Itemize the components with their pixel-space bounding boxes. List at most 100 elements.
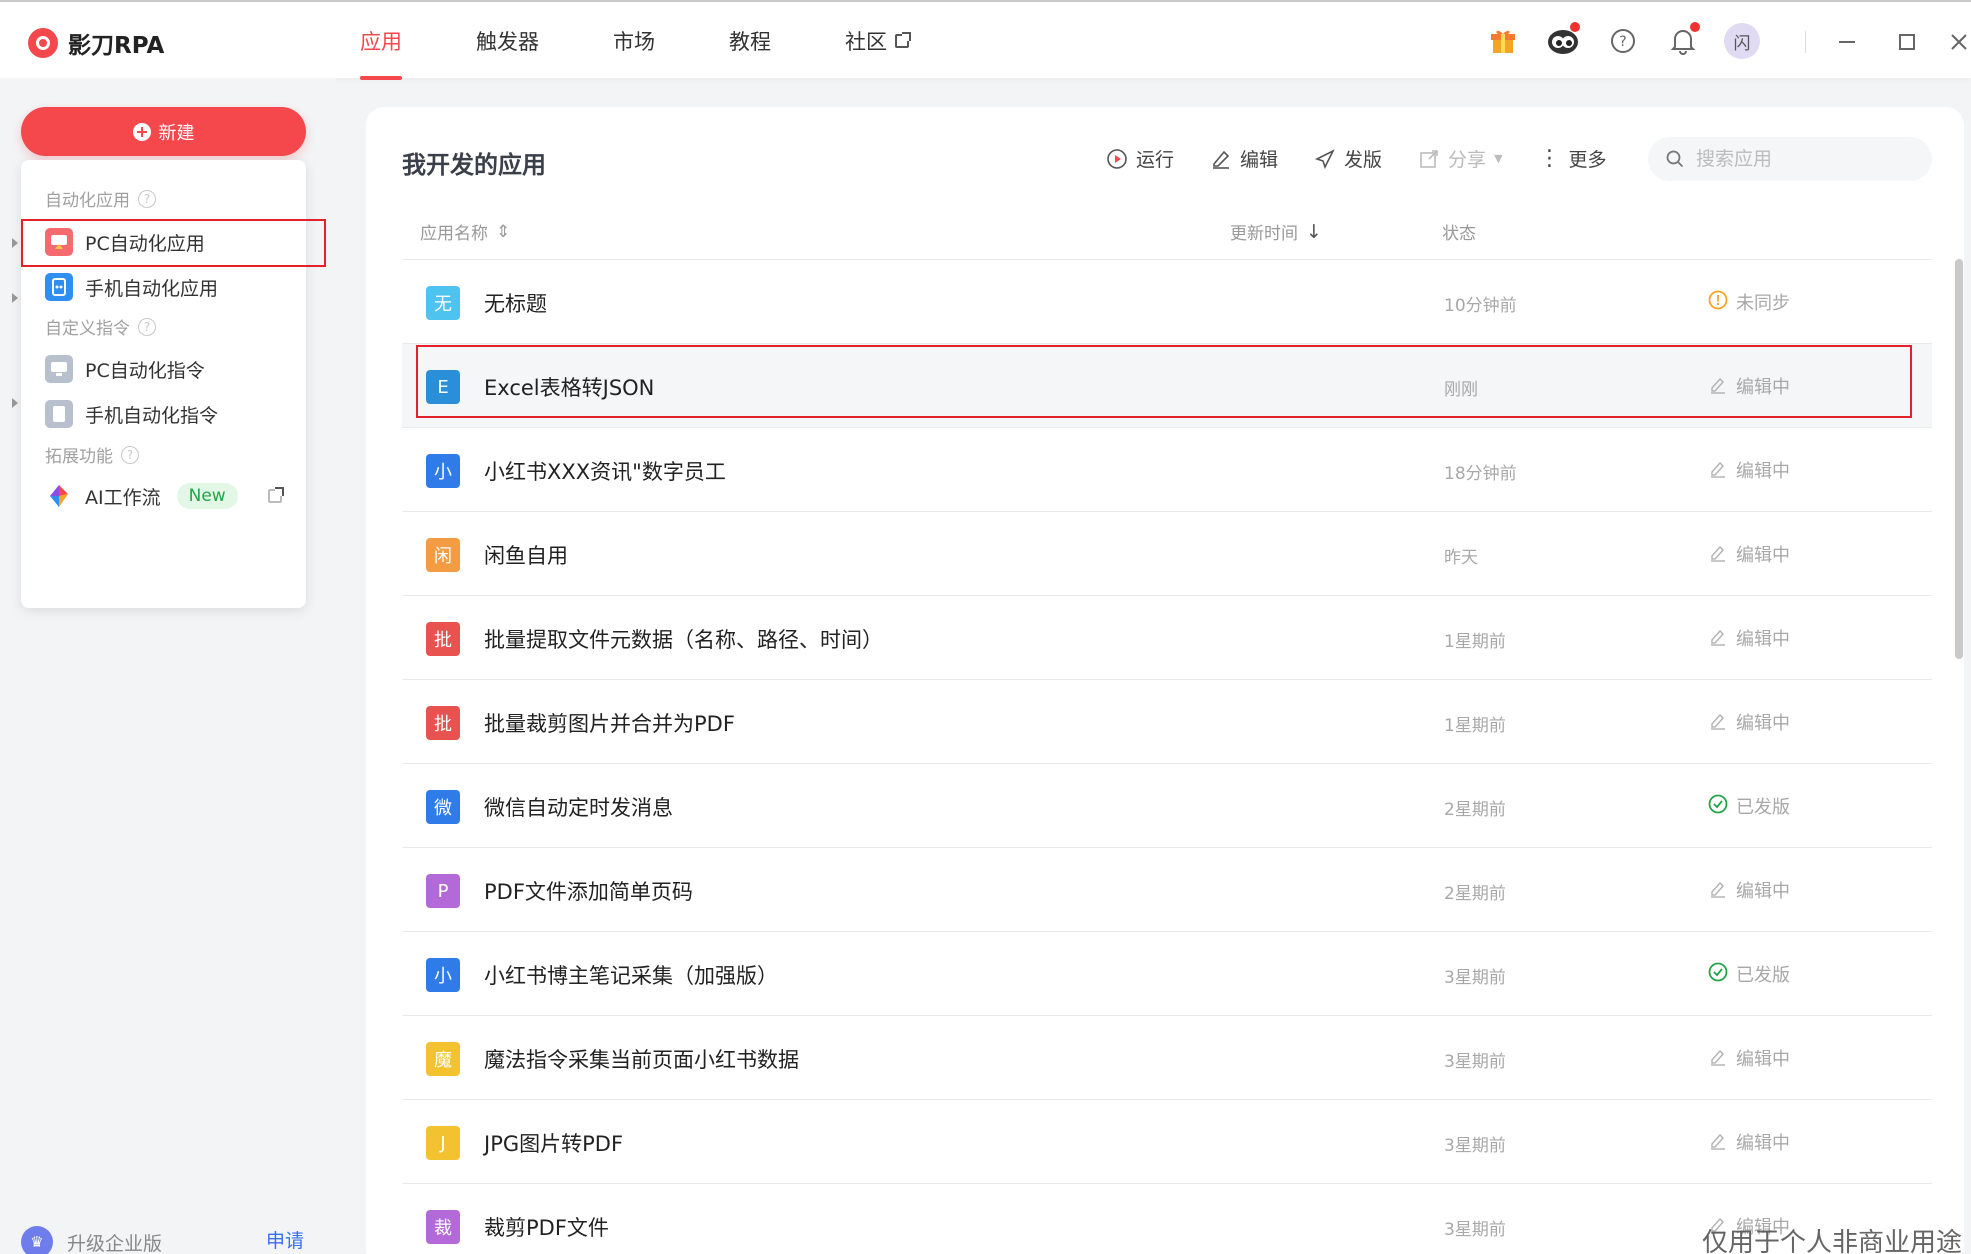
- menu-item-mobile-app[interactable]: 手机自动化应用: [45, 273, 218, 301]
- app-status: 编辑中: [1708, 1045, 1790, 1071]
- app-updated-time: 3星期前: [1444, 1052, 1506, 1072]
- nav-tab-triggers[interactable]: 触发器: [476, 2, 539, 80]
- app-name[interactable]: 无标题: [484, 288, 547, 318]
- plus-circle-icon: [132, 122, 151, 141]
- menu-group-label: 拓展功能: [45, 447, 113, 467]
- apply-link[interactable]: 申请: [266, 1226, 304, 1253]
- menu-item-ai-workflow[interactable]: AI工作流 New: [45, 482, 284, 510]
- app-name[interactable]: JPG图片转PDF: [484, 1128, 623, 1158]
- external-link-icon[interactable]: [267, 487, 284, 503]
- header-actions: ? 闪: [1484, 22, 1760, 60]
- gift-icon[interactable]: [1484, 22, 1522, 60]
- table-row[interactable]: 无无标题 10分钟前 未同步: [402, 259, 1932, 343]
- status-label: 编辑中: [1736, 1133, 1790, 1154]
- top-bar: 影刀RPA 应用 触发器 市场 教程 社区 ? 闪: [0, 0, 1971, 80]
- share-button[interactable]: 分享 ▼: [1418, 145, 1503, 172]
- more-dots-icon: ⋮: [1538, 145, 1561, 171]
- new-button[interactable]: 新建: [21, 107, 306, 156]
- app-name[interactable]: 闲鱼自用: [484, 540, 568, 570]
- notification-dot: [1570, 22, 1580, 32]
- user-avatar[interactable]: 闪: [1724, 23, 1760, 59]
- more-button[interactable]: ⋮ 更多: [1539, 145, 1607, 172]
- page-title: 我开发的应用: [402, 151, 546, 179]
- search-input[interactable]: [1696, 148, 1916, 170]
- status-icon: [1708, 878, 1728, 903]
- app-name[interactable]: 批量裁剪图片并合并为PDF: [484, 708, 735, 738]
- table-row[interactable]: 批批量提取文件元数据（名称、路径、时间） 1星期前 编辑中: [402, 595, 1932, 679]
- search-box[interactable]: [1648, 137, 1932, 181]
- check-circle-icon: [1708, 962, 1728, 981]
- app-updated-time: 10分钟前: [1444, 296, 1517, 316]
- app-updated-time: 1星期前: [1444, 632, 1506, 652]
- maximize-icon[interactable]: [1892, 24, 1922, 60]
- status-icon: [1708, 962, 1728, 987]
- app-name[interactable]: 裁剪PDF文件: [484, 1212, 609, 1242]
- app-name[interactable]: 批量提取文件元数据（名称、路径、时间）: [484, 624, 883, 654]
- menu-item-label: 手机自动化应用: [85, 277, 219, 300]
- table-row[interactable]: 批批量裁剪图片并合并为PDF 1星期前 编辑中: [402, 679, 1932, 763]
- warning-icon: [1708, 290, 1728, 309]
- app-icon: 微: [426, 790, 460, 824]
- app-logo[interactable]: 影刀RPA: [28, 26, 164, 60]
- table-row[interactable]: 小小红书XXX资讯"数字员工 18分钟前 编辑中: [402, 427, 1932, 511]
- app-name[interactable]: 微信自动定时发消息: [484, 792, 673, 822]
- scrollbar[interactable]: [1955, 259, 1963, 659]
- menu-group-custom: 自定义指令 ?: [45, 314, 156, 339]
- column-label: 应用名称: [420, 224, 488, 244]
- status-label: 编辑中: [1736, 545, 1790, 566]
- column-label: 更新时间: [1230, 224, 1298, 244]
- app-updated-time: 3星期前: [1444, 1136, 1506, 1156]
- app-icon: 魔: [426, 1042, 460, 1076]
- menu-item-mobile-command[interactable]: 手机自动化指令: [45, 400, 218, 428]
- table-row[interactable]: P PDF文件添加简单页码 2星期前 编辑中: [402, 847, 1932, 931]
- main-nav: 应用 触发器 市场 教程 社区: [360, 2, 983, 80]
- menu-item-label: PC自动化指令: [85, 359, 205, 382]
- edit-label: 编辑: [1240, 149, 1279, 171]
- app-updated-time: 2星期前: [1444, 884, 1506, 904]
- upgrade-enterprise[interactable]: ♛ 升级企业版: [21, 1226, 162, 1254]
- minimize-icon[interactable]: [1832, 24, 1862, 60]
- nav-tab-tutorials[interactable]: 教程: [729, 2, 771, 80]
- app-name[interactable]: 小红书XXX资讯"数字员工: [484, 456, 726, 486]
- publish-button[interactable]: 发版: [1314, 145, 1382, 172]
- table-row[interactable]: 微微信自动定时发消息 2星期前 已发版: [402, 763, 1932, 847]
- nav-tab-label: 社区: [845, 30, 887, 54]
- app-name[interactable]: PDF文件添加简单页码: [484, 876, 693, 906]
- toolbar: 运行 编辑 发版 分享 ▼ ⋮ 更多: [1106, 145, 1643, 172]
- sort-desc-icon: ↓: [1306, 220, 1322, 243]
- app-name[interactable]: 小红书博主笔记采集（加强版）: [484, 960, 778, 990]
- table-row[interactable]: 闲闲鱼自用 昨天 编辑中: [402, 511, 1932, 595]
- main-panel: 我开发的应用 运行 编辑 发版 分享 ▼ ⋮ 更多 应用名称 ⇕: [366, 107, 1964, 1254]
- close-icon[interactable]: [1944, 24, 1971, 60]
- status-label: 编辑中: [1736, 881, 1790, 902]
- table-header: 应用名称 ⇕ 更新时间 ↓ 状态: [402, 219, 1932, 259]
- nav-tab-community[interactable]: 社区: [845, 2, 911, 80]
- nav-tab-apps[interactable]: 应用: [360, 2, 402, 80]
- app-status: 未同步: [1708, 289, 1790, 315]
- help-icon[interactable]: ?: [138, 189, 156, 208]
- run-button[interactable]: 运行: [1106, 145, 1174, 172]
- table-row[interactable]: J JPG图片转PDF 3星期前 编辑中: [402, 1099, 1932, 1183]
- app-icon: 闲: [426, 538, 460, 572]
- column-time-header[interactable]: 更新时间 ↓: [1230, 219, 1322, 245]
- app-name[interactable]: 魔法指令采集当前页面小红书数据: [484, 1044, 799, 1074]
- table-row[interactable]: 魔魔法指令采集当前页面小红书数据 3星期前 编辑中: [402, 1015, 1932, 1099]
- menu-group-extensions: 拓展功能 ?: [45, 442, 139, 467]
- help-icon[interactable]: ?: [121, 445, 139, 464]
- help-icon[interactable]: ?: [1604, 22, 1642, 60]
- nav-tab-market[interactable]: 市场: [613, 2, 655, 80]
- table-row[interactable]: 小小红书博主笔记采集（加强版） 3星期前 已发版: [402, 931, 1932, 1015]
- eye-mascot-icon[interactable]: [1544, 22, 1582, 60]
- app-status: 编辑中: [1708, 625, 1790, 651]
- help-icon[interactable]: ?: [138, 317, 156, 336]
- app-icon: 小: [426, 454, 460, 488]
- play-icon: [1107, 148, 1127, 169]
- bell-icon[interactable]: [1664, 22, 1702, 60]
- logo-icon: [28, 28, 58, 58]
- edit-button[interactable]: 编辑: [1210, 145, 1278, 172]
- column-name-header[interactable]: 应用名称 ⇕: [420, 219, 510, 245]
- status-icon: [1708, 1046, 1728, 1071]
- nav-tab-label: 触发器: [476, 30, 539, 54]
- menu-item-pc-command[interactable]: PC自动化指令: [45, 355, 205, 383]
- app-status: 编辑中: [1708, 541, 1790, 567]
